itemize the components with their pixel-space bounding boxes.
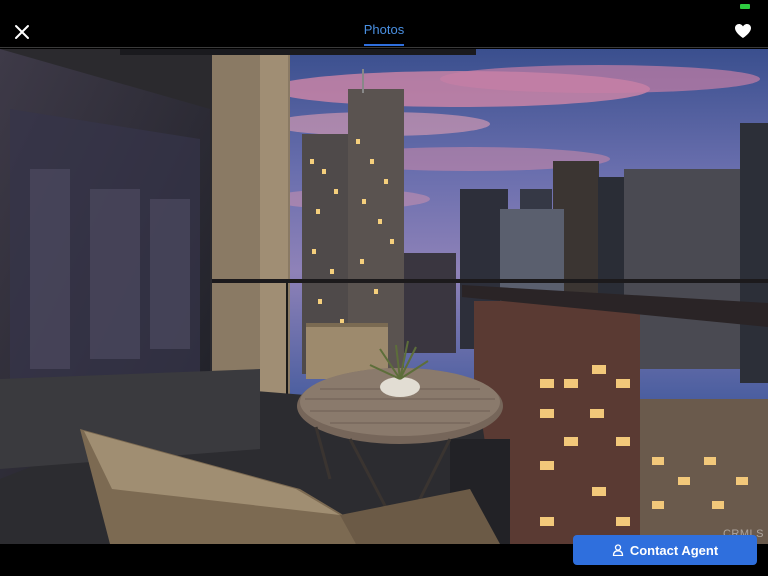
close-icon (15, 25, 29, 39)
balcony-city-view-image (0, 49, 768, 544)
user-icon (612, 544, 623, 556)
listing-photo[interactable] (0, 49, 768, 544)
close-button[interactable] (10, 20, 34, 44)
heart-icon (735, 24, 751, 38)
contact-agent-button[interactable]: Contact Agent (573, 535, 757, 565)
tab-active-indicator (364, 44, 404, 46)
favorite-button[interactable] (732, 20, 754, 42)
battery-indicator (740, 4, 750, 9)
contact-agent-label: Contact Agent (629, 542, 719, 558)
top-bar: Photos (0, 0, 768, 48)
